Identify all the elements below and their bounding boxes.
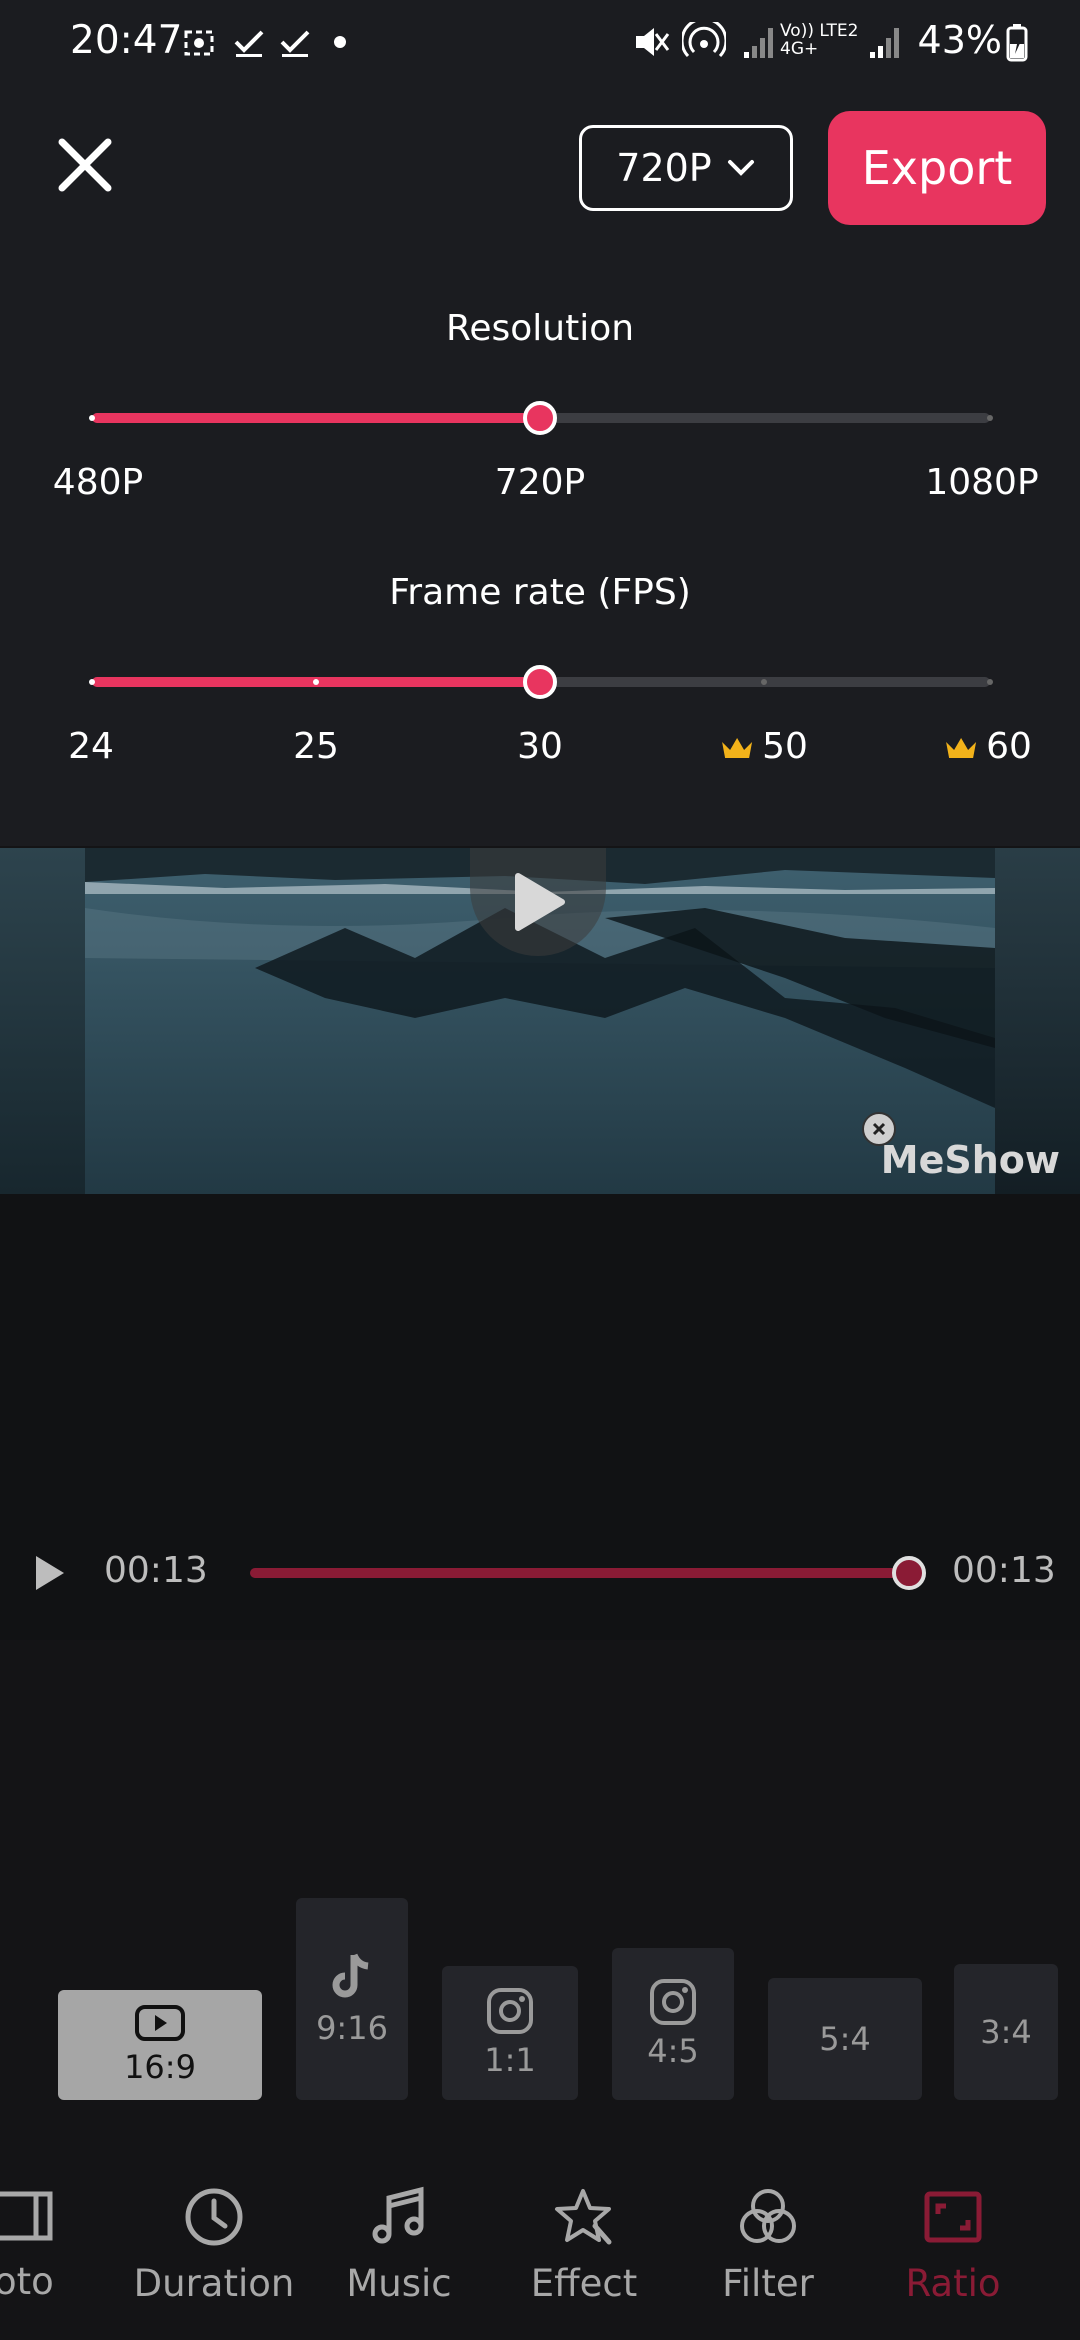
clock-icon	[185, 2188, 243, 2246]
ratio-option-3-4[interactable]: 3:4	[954, 1964, 1058, 2100]
nav-label: Music	[346, 2262, 452, 2305]
ratio-option-1-1[interactable]: 1:1	[442, 1966, 578, 2100]
resolution-tick	[987, 415, 993, 421]
play-icon[interactable]	[32, 1554, 68, 1592]
frame-rate-tick	[313, 679, 319, 685]
status-time: 20:47	[70, 18, 183, 63]
frame-rate-tick	[89, 679, 95, 685]
current-time: 00:13	[104, 1550, 208, 1591]
nav-effect[interactable]: Effect	[518, 2186, 650, 2305]
check-icon	[280, 30, 310, 57]
nav-label: oto	[0, 2260, 54, 2303]
nav-photo[interactable]: oto	[0, 2186, 80, 2303]
nav-filter[interactable]: Filter	[708, 2186, 828, 2305]
watermark-text: MeShow	[880, 1138, 1060, 1182]
playback-progress-bar[interactable]	[250, 1568, 910, 1578]
instagram-icon	[487, 1988, 533, 2034]
mute-icon	[636, 28, 670, 56]
star-effect-icon	[555, 2189, 612, 2245]
ratio-label: 4:5	[647, 2032, 699, 2070]
tiktok-icon	[332, 1953, 369, 1998]
frame-rate-tick	[987, 679, 993, 685]
fps-option-50-label: 50	[762, 726, 808, 767]
fps-option-30[interactable]: 30	[517, 726, 563, 767]
hotspot-icon	[682, 22, 726, 58]
resolution-dropdown-value: 720P	[616, 146, 712, 190]
nav-label: Duration	[133, 2262, 295, 2305]
resolution-option-720p[interactable]: 720P	[495, 462, 585, 503]
ratio-label: 1:1	[484, 2041, 536, 2079]
instagram-icon	[650, 1979, 696, 2025]
ratio-label: 16:9	[124, 2048, 196, 2086]
nav-label: Ratio	[905, 2262, 1001, 2305]
playback-progress-knob[interactable]	[892, 1556, 926, 1590]
preview-blur-left	[0, 848, 85, 1194]
export-button[interactable]: Export	[828, 111, 1046, 225]
crown-icon	[946, 738, 977, 758]
resolution-title: Resolution	[445, 308, 635, 349]
fps-option-60-label: 60	[986, 726, 1032, 767]
screen-record-icon	[184, 30, 214, 56]
photo-icon	[0, 2191, 53, 2241]
battery-charging-icon	[1006, 24, 1028, 62]
signal-icon	[744, 28, 773, 58]
resolution-slider-fill	[92, 413, 541, 423]
music-note-icon	[372, 2186, 424, 2244]
ratio-label: 5:4	[819, 2020, 871, 2058]
ratio-label: 9:16	[316, 2009, 388, 2047]
remove-watermark-button[interactable]	[862, 1112, 896, 1146]
check-icon	[234, 30, 264, 57]
ratio-option-9-16[interactable]: 9:16	[296, 1898, 408, 2100]
resolution-slider-knob[interactable]	[523, 401, 557, 435]
nav-ratio[interactable]: Ratio	[898, 2186, 1008, 2305]
notification-dot	[334, 36, 346, 48]
ratio-frame-icon	[924, 2191, 982, 2243]
ratio-option-4-5[interactable]: 4:5	[612, 1948, 734, 2100]
frame-rate-title: Frame rate (FPS)	[389, 572, 691, 613]
chevron-down-icon	[727, 160, 754, 176]
fps-option-50[interactable]: 50	[720, 726, 808, 767]
video-preview[interactable]: MeShow	[0, 848, 1080, 1194]
youtube-icon	[135, 2005, 185, 2041]
play-icon	[515, 873, 565, 931]
ratio-label: 3:4	[980, 2013, 1032, 2051]
resolution-tick	[89, 415, 95, 421]
signal-icon	[870, 28, 899, 58]
frame-rate-tick	[761, 679, 767, 685]
fps-option-60[interactable]: 60	[944, 726, 1032, 767]
filter-circles-icon	[740, 2189, 796, 2243]
nav-music[interactable]: Music	[334, 2186, 464, 2305]
ratio-option-5-4[interactable]: 5:4	[768, 1978, 922, 2100]
crown-icon	[722, 738, 753, 758]
close-icon[interactable]	[48, 128, 122, 202]
status-bar: 20:47 Vo)) LTE2 4G+ 43%	[0, 0, 1080, 90]
ratio-option-16-9[interactable]: 16:9	[58, 1990, 262, 2100]
battery-percent: 43%	[917, 18, 1002, 62]
nav-duration[interactable]: Duration	[126, 2186, 302, 2305]
frame-rate-slider-knob[interactable]	[523, 665, 557, 699]
nav-label: Effect	[530, 2262, 638, 2305]
fps-option-25[interactable]: 25	[293, 726, 339, 767]
resolution-option-480p[interactable]: 480P	[53, 462, 143, 503]
resolution-dropdown[interactable]: 720P	[579, 125, 793, 211]
nav-label: Filter	[722, 2262, 814, 2305]
resolution-option-1080p[interactable]: 1080P	[925, 462, 1038, 503]
fps-option-24[interactable]: 24	[68, 726, 114, 767]
total-time: 00:13	[952, 1550, 1056, 1591]
close-icon	[872, 1122, 886, 1136]
